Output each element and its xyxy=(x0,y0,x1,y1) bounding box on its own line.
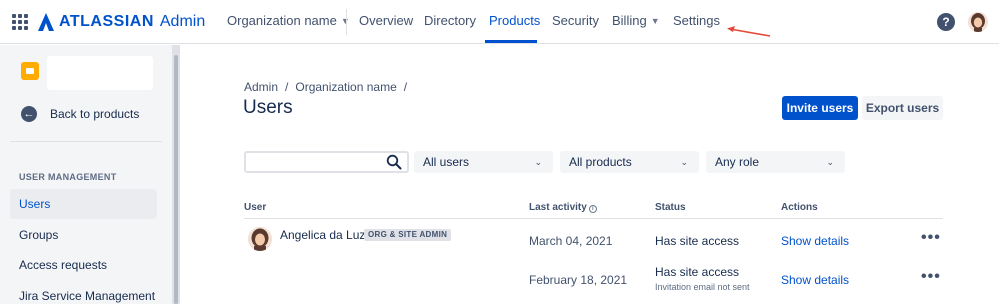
column-header-user[interactable]: User xyxy=(244,202,266,213)
site-name-placeholder xyxy=(47,56,153,90)
arrow-left-icon: ← xyxy=(21,106,37,122)
last-activity-value: February 18, 2021 xyxy=(529,273,628,287)
avatar xyxy=(248,227,272,251)
chevron-down-icon: ⌄ xyxy=(534,157,542,167)
breadcrumb-separator: / xyxy=(403,80,408,94)
role-badge: ORG & SITE ADMIN xyxy=(364,229,452,241)
search-icon[interactable] xyxy=(386,154,402,170)
breadcrumb-separator: / xyxy=(285,80,289,94)
users-filter-value: All users xyxy=(423,155,470,169)
breadcrumb: Admin / Organization name / xyxy=(244,80,414,94)
tab-settings[interactable]: Settings xyxy=(673,13,720,28)
user-avatar[interactable] xyxy=(968,12,988,32)
status-note: Invitation email not sent xyxy=(655,282,750,292)
status-value: Has site access xyxy=(655,265,740,279)
column-header-last-activity-label: Last activity xyxy=(529,202,587,213)
chevron-down-icon: ⌄ xyxy=(680,157,688,167)
more-actions-icon[interactable]: ••• xyxy=(921,229,941,247)
org-name: Organization name xyxy=(227,13,337,28)
breadcrumb-organization[interactable]: Organization name xyxy=(295,80,396,94)
products-filter-value: All products xyxy=(569,155,632,169)
tab-products[interactable]: Products xyxy=(489,13,540,28)
show-details-link[interactable]: Show details xyxy=(781,234,849,248)
sidebar-divider xyxy=(10,141,162,142)
status-value: Has site access xyxy=(655,234,740,248)
products-filter-select[interactable]: All products ⌄ xyxy=(560,151,699,173)
tab-billing-label: Billing xyxy=(612,13,647,28)
invite-users-button[interactable]: Invite users xyxy=(782,96,858,120)
export-users-button[interactable]: Export users xyxy=(862,96,943,120)
user-name[interactable]: Angelica da Luz xyxy=(280,228,365,242)
help-icon[interactable]: ? xyxy=(937,13,955,31)
user-avatar-icon xyxy=(248,227,272,251)
admin-page: ATLASSIAN Admin Organization name▼ Overv… xyxy=(0,0,999,304)
info-icon[interactable]: i xyxy=(588,205,597,213)
role-filter-value: Any role xyxy=(715,155,760,169)
chevron-down-icon: ▼ xyxy=(650,16,660,26)
back-to-products-link[interactable]: ← Back to products xyxy=(21,106,139,122)
top-navigation: ATLASSIAN Admin Organization name▼ Overv… xyxy=(0,0,999,44)
tab-overview[interactable]: Overview xyxy=(359,13,413,28)
chevron-down-icon: ⌄ xyxy=(826,157,834,167)
active-tab-indicator xyxy=(485,40,537,43)
logo-product: Admin xyxy=(159,13,206,30)
sidebar-item-jira-service-management[interactable]: Jira Service Management xyxy=(10,281,157,304)
tab-directory[interactable]: Directory xyxy=(424,13,476,28)
back-to-products-label: Back to products xyxy=(50,107,140,121)
role-filter-select[interactable]: Any role ⌄ xyxy=(706,151,845,173)
users-filter-select[interactable]: All users ⌄ xyxy=(414,151,553,173)
more-actions-icon[interactable]: ••• xyxy=(921,268,941,286)
logo-text: ATLASSIAN xyxy=(59,13,154,30)
site-icon xyxy=(21,62,39,80)
atlassian-logo-icon xyxy=(38,13,54,31)
org-switcher[interactable]: Organization name▼ xyxy=(227,13,350,28)
sidebar-section-label: USER MANAGEMENT xyxy=(19,172,117,182)
tab-security[interactable]: Security xyxy=(552,13,599,28)
column-header-status[interactable]: Status xyxy=(655,202,686,213)
tab-billing[interactable]: Billing ▼ xyxy=(612,13,660,28)
show-details-link[interactable]: Show details xyxy=(781,273,849,287)
column-header-last-activity[interactable]: Last activity i xyxy=(529,202,597,213)
sidebar-item-users[interactable]: Users xyxy=(10,189,157,219)
sidebar-scrollbar-thumb[interactable] xyxy=(174,55,178,304)
search-input[interactable] xyxy=(244,151,409,173)
annotation-arrow-icon xyxy=(727,26,771,37)
column-header-actions: Actions xyxy=(781,202,818,213)
sidebar-item-groups[interactable]: Groups xyxy=(10,220,157,250)
nav-divider xyxy=(346,9,347,35)
page-title: Users xyxy=(243,97,293,118)
user-avatar-icon xyxy=(968,12,988,32)
breadcrumb-admin[interactable]: Admin xyxy=(244,80,278,94)
last-activity-value: March 04, 2021 xyxy=(529,234,613,248)
atlassian-admin-logo[interactable]: ATLASSIAN Admin xyxy=(38,12,205,32)
sidebar-item-access-requests[interactable]: Access requests xyxy=(10,250,157,280)
table-header-divider xyxy=(244,218,943,219)
app-switcher-icon[interactable] xyxy=(12,14,28,30)
